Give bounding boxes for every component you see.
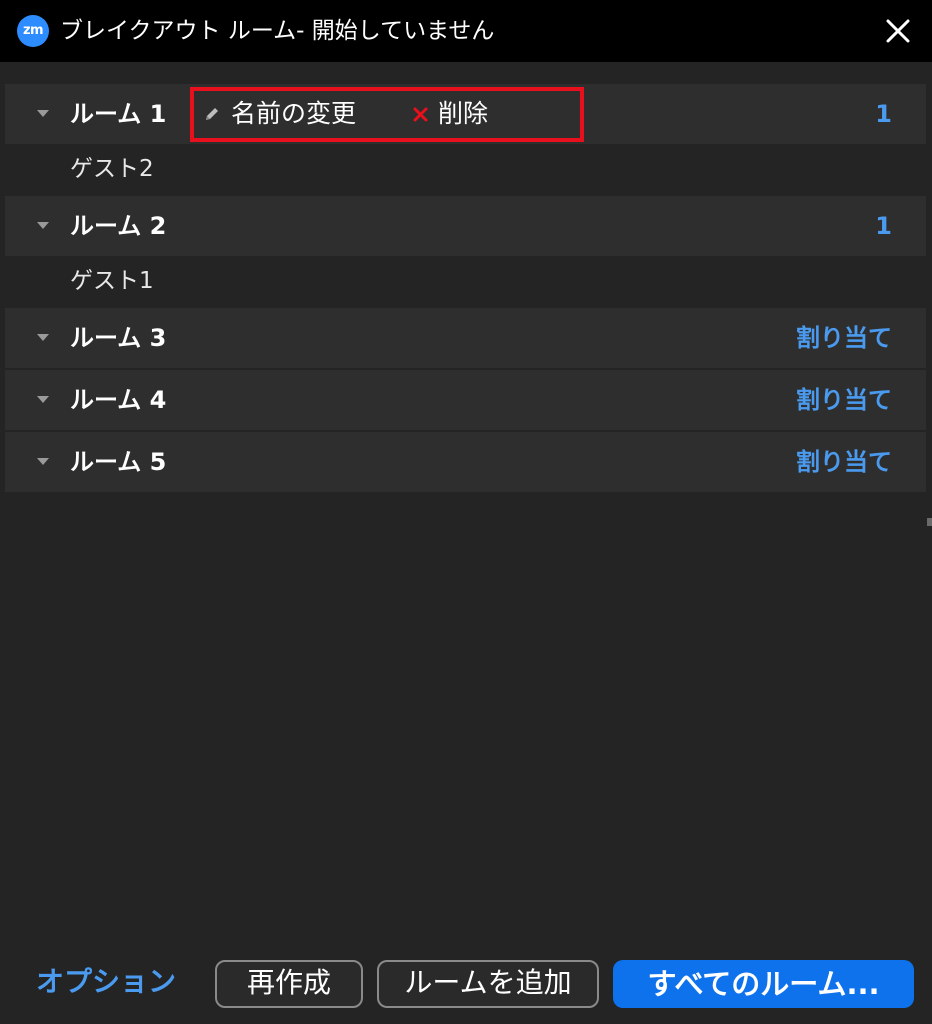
room-row-3[interactable]: ルーム 3 割り当て xyxy=(5,308,926,369)
close-button[interactable] xyxy=(880,13,916,49)
close-icon xyxy=(413,107,428,121)
room-name: ルーム 2 xyxy=(70,212,167,240)
recreate-button[interactable]: 再作成 xyxy=(215,960,363,1008)
rename-label: 名前の変更 xyxy=(231,99,357,128)
breakout-rooms-window: zm ブレイクアウト ルーム- 開始していません ルーム 1 名前の変更 削除 … xyxy=(0,0,932,1024)
footer-bar: オプション 再作成 ルームを追加 すべてのルーム... xyxy=(0,950,932,1024)
assign-link[interactable]: 割り当て xyxy=(796,384,892,416)
room-name: ルーム 3 xyxy=(70,324,167,352)
participant-item[interactable]: ゲスト1 xyxy=(5,257,926,308)
room-row-4[interactable]: ルーム 4 割り当て xyxy=(5,370,926,431)
room-row-1[interactable]: ルーム 1 名前の変更 削除 1 xyxy=(5,84,926,145)
pencil-icon xyxy=(206,108,218,120)
room-row-5[interactable]: ルーム 5 割り当て xyxy=(5,432,926,493)
participant-count: 1 xyxy=(875,212,892,240)
scrollbar-handle[interactable] xyxy=(927,518,932,526)
chevron-down-icon[interactable] xyxy=(37,110,49,117)
zoom-logo-icon: zm xyxy=(17,15,49,47)
room-name: ルーム 4 xyxy=(70,386,167,414)
participant-name: ゲスト2 xyxy=(70,156,154,182)
chevron-down-icon[interactable] xyxy=(37,458,49,465)
open-all-rooms-button[interactable]: すべてのルーム... xyxy=(613,960,914,1008)
chevron-down-icon[interactable] xyxy=(37,396,49,403)
participant-item[interactable]: ゲスト2 xyxy=(5,145,926,196)
window-title: ブレイクアウト ルーム- 開始していません xyxy=(60,18,495,44)
options-button[interactable]: オプション xyxy=(36,962,176,1002)
room-list: ルーム 1 名前の変更 削除 1 ゲスト2 ルーム 2 1 ゲスト1 ルーム 3… xyxy=(5,84,926,493)
participant-name: ゲスト1 xyxy=(70,268,154,294)
title-bar: zm ブレイクアウト ルーム- 開始していません xyxy=(0,0,932,62)
delete-button[interactable]: 削除 xyxy=(412,97,488,131)
room-name: ルーム 5 xyxy=(70,448,167,476)
add-room-button[interactable]: ルームを追加 xyxy=(377,960,599,1008)
delete-label: 削除 xyxy=(438,99,489,128)
room-row-2[interactable]: ルーム 2 1 xyxy=(5,196,926,257)
assign-link[interactable]: 割り当て xyxy=(796,322,892,354)
chevron-down-icon[interactable] xyxy=(37,222,49,229)
chevron-down-icon[interactable] xyxy=(37,334,49,341)
close-icon xyxy=(886,19,910,43)
room-name: ルーム 1 xyxy=(70,100,167,128)
rename-button[interactable]: 名前の変更 xyxy=(203,97,356,131)
participant-count: 1 xyxy=(875,100,892,128)
assign-link[interactable]: 割り当て xyxy=(796,446,892,478)
